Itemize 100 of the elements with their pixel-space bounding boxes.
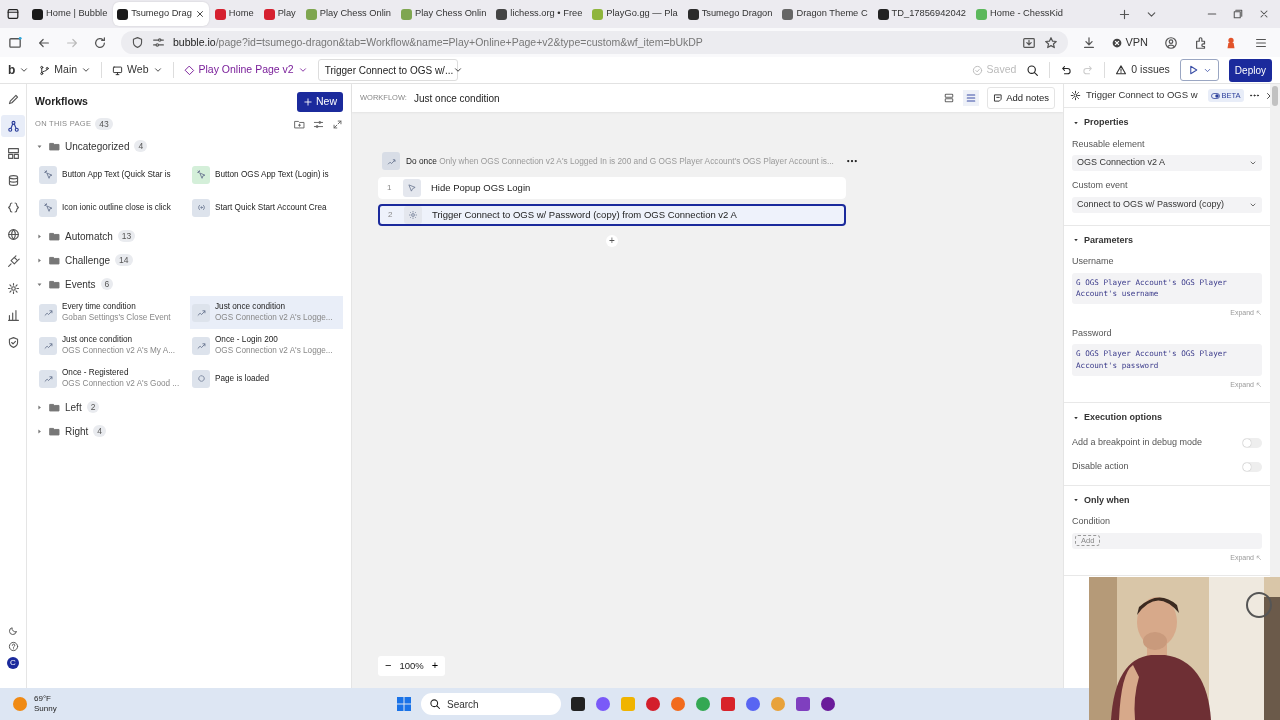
folder-name[interactable]: Left xyxy=(65,399,82,415)
star-icon[interactable] xyxy=(1044,35,1059,50)
user-avatar[interactable]: C xyxy=(7,657,19,669)
browser-tab[interactable]: TD_17856942042 xyxy=(873,2,971,26)
field-label: Password xyxy=(1072,326,1113,340)
event-row[interactable]: Do once Only when OGS Connection v2 A's Logged In is 200 and G OGS Player Account's OGS Player Account is... xyxy=(378,150,862,172)
start-icon[interactable] xyxy=(396,696,412,712)
action-step[interactable]: 1 Hide Popup OGS Login xyxy=(378,177,846,199)
workflow-item[interactable]: Once - Login 200 OGS Connection v2 A's Logge... xyxy=(190,329,343,362)
workflow-item[interactable]: Just once condition OGS Connection v2 A's Logge... xyxy=(190,296,343,329)
preview-button[interactable] xyxy=(1179,59,1219,81)
section-header[interactable]: Parameters xyxy=(1072,233,1262,247)
workflow-item[interactable]: Button OGS App Text (Login) is xyxy=(190,158,343,191)
deploy-button[interactable]: Deploy xyxy=(1228,58,1272,82)
browser-tab[interactable]: Home | Bubble xyxy=(28,2,112,26)
rail-tab[interactable] xyxy=(1,115,25,137)
app-menu[interactable]: b xyxy=(8,61,30,79)
folder-name[interactable]: Automatch xyxy=(65,228,113,244)
search-input[interactable]: Search xyxy=(447,696,553,712)
trend-icon xyxy=(382,152,400,170)
folder-icon xyxy=(49,278,60,290)
new-tab-icon[interactable] xyxy=(1118,7,1131,21)
folder-name[interactable]: Uncategorized xyxy=(65,138,130,154)
arrow-icon xyxy=(1256,310,1262,317)
scrollbar-thumb[interactable] xyxy=(1272,86,1278,106)
browser-tab[interactable]: PlayGo.gg — Pla xyxy=(588,2,682,26)
moon-icon[interactable] xyxy=(7,625,19,636)
save-page-icon[interactable] xyxy=(1022,35,1037,50)
browser-tab[interactable]: Dragon Theme C xyxy=(778,2,872,26)
workflow-icon xyxy=(6,119,20,133)
workflow-item[interactable]: Start Quick Start Account Crea xyxy=(190,191,343,224)
toggle-switch[interactable] xyxy=(1242,461,1262,472)
app-icon[interactable] xyxy=(820,696,836,712)
add-notes-button[interactable]: Add notes xyxy=(987,86,1055,110)
close-icon[interactable] xyxy=(194,9,205,19)
check-circle-icon xyxy=(971,64,983,76)
extensions-icon[interactable] xyxy=(1194,35,1208,50)
reload-icon[interactable] xyxy=(93,35,107,50)
arrow-icon xyxy=(1256,554,1262,561)
search-field[interactable]: Search xyxy=(421,693,561,715)
layout-icon xyxy=(6,146,20,160)
section-header[interactable]: Properties xyxy=(1072,116,1262,130)
workflow-item[interactable]: Just once condition OGS Connection v2 A's My A... xyxy=(37,329,190,362)
platform-menu[interactable]: Web xyxy=(112,62,163,78)
download-icon[interactable] xyxy=(1082,35,1097,50)
page-menu[interactable]: Play Online Page v2 xyxy=(183,62,308,78)
vpn-button[interactable]: VPN xyxy=(1112,34,1148,51)
workflow-item[interactable]: Button App Text (Quick Star is xyxy=(37,158,190,191)
branch-icon xyxy=(39,64,51,76)
folder-name[interactable]: Challenge xyxy=(65,252,111,268)
workflow-item[interactable]: Once - Registered OGS Connection v2 A's Good ... xyxy=(37,362,190,395)
count-badge: 4 xyxy=(134,139,148,153)
filter-icon[interactable] xyxy=(313,118,324,130)
browser-tab[interactable]: lichess.org • Free xyxy=(492,2,587,26)
count-badge: 43 xyxy=(95,117,113,131)
browser-tab[interactable]: Play Chess Onlin xyxy=(397,2,491,26)
zoom-out-button[interactable]: − xyxy=(385,660,392,672)
toggle-switch[interactable] xyxy=(1242,437,1262,448)
section-header[interactable]: Execution options xyxy=(1072,411,1262,425)
field-label: Username xyxy=(1072,255,1115,268)
folder-icon xyxy=(49,425,60,437)
account-icon[interactable] xyxy=(1164,35,1178,50)
undo-icon[interactable] xyxy=(1060,64,1073,76)
browser-tab[interactable]: Home xyxy=(210,2,258,26)
cards-view-icon[interactable] xyxy=(943,92,956,104)
issues-button[interactable]: 0 issues xyxy=(1115,62,1170,78)
new-folder-icon[interactable] xyxy=(294,118,305,130)
workflow-item[interactable]: Icon ionic outline close is click xyxy=(37,191,190,224)
browser-tab[interactable]: Home - ChessKid xyxy=(972,2,1067,26)
permissions-icon[interactable] xyxy=(152,36,165,49)
tab-list-icon[interactable] xyxy=(6,7,20,21)
dropdown[interactable]: Connect to OGS w/ Password (copy) xyxy=(1072,196,1262,213)
folder-name[interactable]: Events xyxy=(65,276,96,292)
browser-tab[interactable]: Tsumego Drag xyxy=(113,2,209,26)
workflow-item[interactable]: Page is loaded xyxy=(190,362,343,395)
folder-name[interactable]: Right xyxy=(65,423,89,439)
browser-tab[interactable]: Play xyxy=(259,2,300,26)
restore-icon[interactable] xyxy=(1232,8,1244,20)
help-icon[interactable] xyxy=(7,641,19,652)
add-step-button[interactable]: + xyxy=(606,235,618,247)
app-icon[interactable] xyxy=(570,696,586,712)
expand-icon[interactable] xyxy=(332,118,343,130)
workflow-item[interactable]: Every time condition Goban Settings's Close Event xyxy=(37,296,190,329)
new-button[interactable]: New xyxy=(297,92,343,112)
caret-icon xyxy=(453,65,464,75)
search-icon[interactable] xyxy=(1026,63,1040,77)
globe-icon xyxy=(6,227,20,241)
count-badge: 14 xyxy=(115,253,133,267)
browser-tab[interactable]: Play Chess Onlin xyxy=(301,2,396,26)
shield-icon xyxy=(131,36,144,49)
zoom-in-button[interactable]: + xyxy=(431,660,439,672)
action-step[interactable]: 2 Trigger Connect to OGS w/ Password (copy) from OGS Connection v2 A xyxy=(378,204,846,226)
section-header[interactable]: Only when xyxy=(1072,493,1262,508)
gear-icon xyxy=(1070,90,1081,101)
dropdown[interactable]: OGS Connection v2 A xyxy=(1072,155,1262,171)
branch-menu[interactable]: Main xyxy=(39,62,92,78)
sidebar-icon[interactable] xyxy=(8,35,23,50)
address-bar[interactable]: bubble.io/page?id=tsumego-dragon&tab=Workflow&name=Play+Online+Page+v2&type=custom&wf_item=bUkDP xyxy=(121,31,1069,54)
browser-tab[interactable]: Tsumego Dragon xyxy=(683,2,777,26)
close-icon[interactable] xyxy=(1258,8,1270,20)
